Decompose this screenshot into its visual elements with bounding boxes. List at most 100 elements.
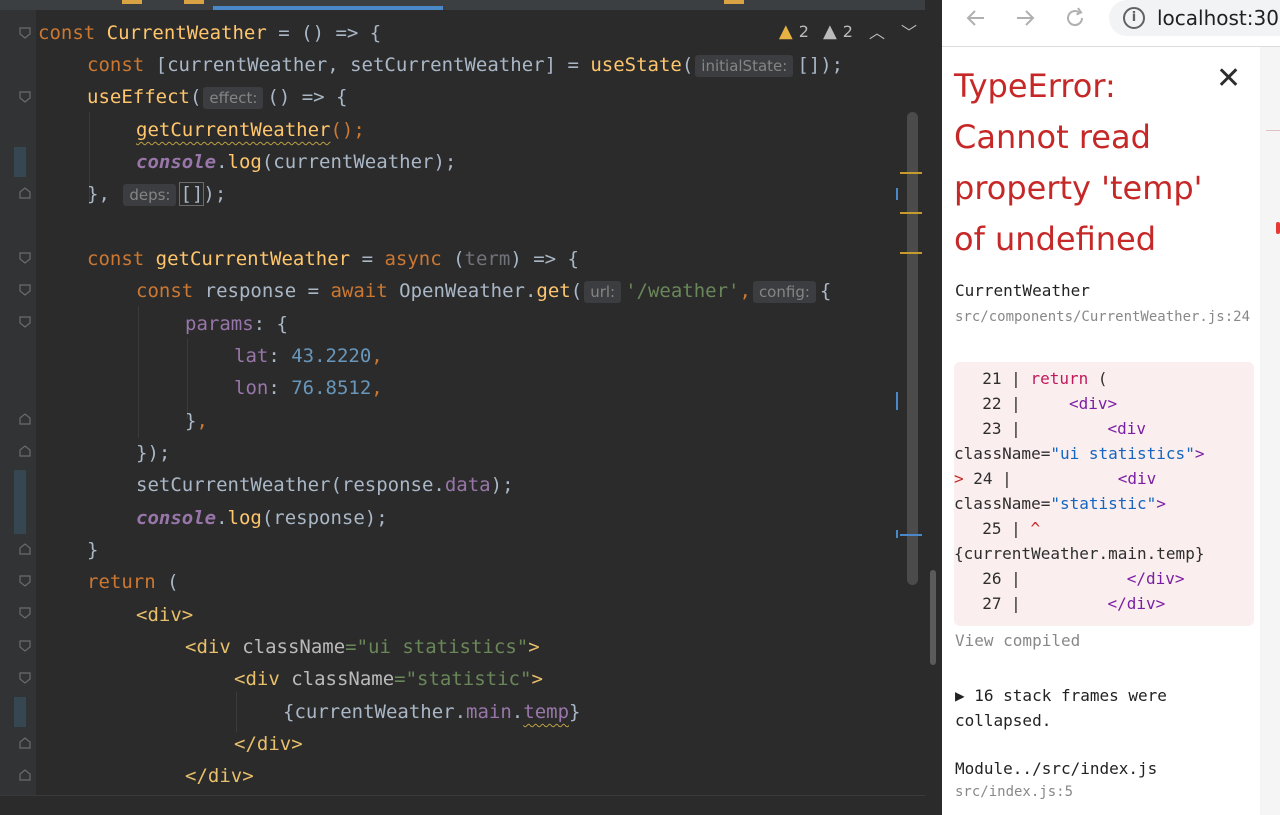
fold-icon[interactable] <box>19 672 31 684</box>
code-frame-line: 27 | </div> <box>963 591 1165 616</box>
code-token: []); <box>797 54 844 76</box>
error-line-arrow: > <box>954 469 974 488</box>
unfold-icon[interactable] <box>19 543 31 555</box>
code-token: "ui statistics" <box>356 636 529 658</box>
code-token: {currentWeather. <box>283 701 467 723</box>
unfold-icon[interactable] <box>19 769 31 781</box>
code-line[interactable]: const [currentWeather, setCurrentWeather… <box>87 49 843 81</box>
code-token: const <box>87 54 145 76</box>
stack-frames-toggle[interactable]: ▶ 16 stack frames were collapsed. <box>955 683 1255 733</box>
change-stripe[interactable] <box>900 534 922 536</box>
chevron-up-icon[interactable]: ︿ <box>869 19 885 43</box>
code-token: > <box>1156 494 1166 513</box>
browser-window[interactable]: i localhost:30 TypeError: Cannot read pr… <box>942 0 1280 815</box>
vertical-scrollbar[interactable] <box>907 112 918 585</box>
code-line[interactable]: setCurrentWeather(response.data); <box>136 469 514 501</box>
code-line[interactable]: } <box>87 534 98 566</box>
editor-tab-bar[interactable] <box>0 0 925 10</box>
code-token: CurrentWeather <box>106 22 267 44</box>
unfold-icon[interactable] <box>19 445 31 457</box>
code-frame-line: 26 | </div> <box>963 566 1184 591</box>
fold-icon[interactable] <box>19 607 31 619</box>
chevron-down-icon[interactable]: ﹀ <box>901 19 917 43</box>
code-line[interactable]: </div> <box>185 760 254 792</box>
code-line[interactable]: </div> <box>234 728 303 760</box>
code-line[interactable]: {currentWeather.main.temp} <box>283 696 580 728</box>
code-line[interactable]: }, <box>185 405 208 437</box>
back-button[interactable] <box>964 6 988 36</box>
fold-icon[interactable] <box>19 252 31 264</box>
reload-icon <box>1067 7 1084 27</box>
close-button[interactable]: ✕ <box>1216 61 1241 96</box>
indent-guide <box>236 692 237 732</box>
code-token: 76.8512 <box>291 377 372 399</box>
code-editor[interactable]: const CurrentWeather = () => { const [cu… <box>0 0 925 815</box>
code-token: } <box>87 539 99 561</box>
code-token: useState <box>590 54 682 76</box>
code-line[interactable]: const getCurrentWeather = async (term) =… <box>87 243 579 275</box>
fold-icon[interactable] <box>19 640 31 652</box>
editor-status-strip <box>0 795 925 815</box>
code-line[interactable]: getCurrentWeather(); <box>136 114 365 146</box>
code-token: async <box>384 248 442 270</box>
code-line[interactable]: }); <box>136 437 170 469</box>
warning-stripe[interactable] <box>900 172 922 174</box>
code-token: , <box>196 410 208 432</box>
code-token: ); <box>490 474 514 496</box>
error-location[interactable]: src/components/CurrentWeather.js:24 <box>955 306 1255 328</box>
module-location[interactable]: src/index.js:5 <box>955 784 1073 800</box>
code-token: "statistic" <box>1050 494 1157 513</box>
code-token: const <box>87 248 145 270</box>
info-icon[interactable]: i <box>1123 7 1145 29</box>
unfold-icon[interactable] <box>19 737 31 749</box>
code-line[interactable]: console.log(response); <box>136 502 388 534</box>
code-line[interactable]: }, deps: []); <box>87 178 226 210</box>
unfold-icon[interactable] <box>19 187 31 199</box>
browser-toolbar: i localhost:30 <box>942 0 1280 47</box>
unfold-icon[interactable] <box>19 413 31 425</box>
change-stripe[interactable] <box>896 530 898 538</box>
reload-button[interactable] <box>1063 6 1087 36</box>
warning-stripe[interactable] <box>900 252 922 254</box>
code-line[interactable]: params: { <box>185 308 288 340</box>
warning-stripe[interactable] <box>900 212 922 214</box>
address-bar[interactable]: i localhost:30 <box>1109 0 1280 36</box>
warning-icon: ▲ <box>778 20 793 42</box>
tab-indicator <box>122 0 142 4</box>
code-line[interactable]: <div> <box>136 599 193 631</box>
code-token: </div> <box>1030 594 1166 613</box>
code-token: </div> <box>234 733 303 755</box>
view-compiled-link[interactable]: View compiled <box>955 631 1080 650</box>
code-frame-line: 25 | ^ <box>963 516 1040 541</box>
code-token: getCurrentWeather <box>155 248 351 270</box>
change-stripe[interactable] <box>896 392 898 410</box>
code-line[interactable]: <div className="statistic"> <box>234 663 543 695</box>
code-token: { <box>819 280 832 302</box>
code-line[interactable]: console.log(currentWeather); <box>136 146 456 178</box>
code-line[interactable]: lat: 43.2220, <box>234 340 383 372</box>
inspection-widget[interactable]: ▲ 2 ▲ 2 ︿ ﹀ <box>779 18 917 44</box>
forward-button[interactable] <box>1013 6 1037 36</box>
code-token: > <box>528 636 540 658</box>
code-token: </div> <box>185 765 254 787</box>
code-line[interactable]: lon: 76.8512, <box>234 372 383 404</box>
code-frame-line: 22 | <div> <box>963 391 1117 416</box>
line-number: 21 | <box>963 369 1031 388</box>
weak-warning-icon: ▲ <box>822 20 837 42</box>
fold-icon[interactable] <box>19 27 31 39</box>
code-line[interactable]: return ( <box>87 566 179 598</box>
code-line[interactable]: const response = await OpenWeather.get(u… <box>136 275 831 307</box>
change-marker <box>14 470 26 534</box>
url-text[interactable]: localhost:30 <box>1157 6 1279 30</box>
fold-icon[interactable] <box>19 316 31 328</box>
code-token: <div <box>234 668 292 690</box>
fold-icon[interactable] <box>19 91 31 103</box>
code-token: ( <box>155 571 179 593</box>
fold-icon[interactable] <box>19 284 31 296</box>
code-line[interactable]: const CurrentWeather = () => { <box>38 17 381 49</box>
code-line[interactable]: <div className="ui statistics"> <box>185 631 540 663</box>
fold-icon[interactable] <box>19 575 31 587</box>
code-line[interactable]: useEffect(effect:() => { <box>87 81 347 113</box>
scroll-thumb[interactable] <box>930 570 936 665</box>
change-stripe[interactable] <box>896 188 898 200</box>
